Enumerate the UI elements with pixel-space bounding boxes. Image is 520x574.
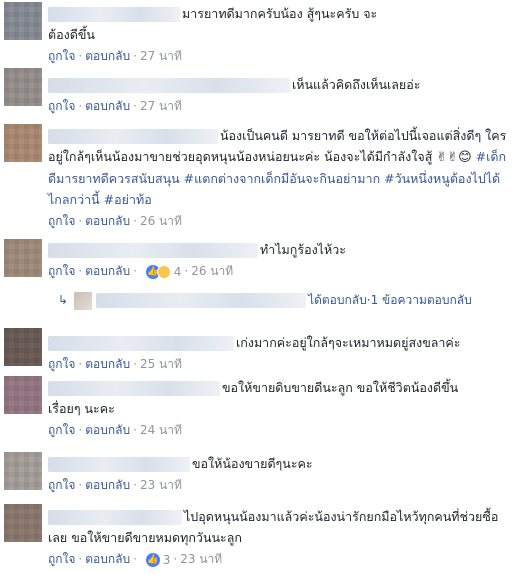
- like-link[interactable]: ถูกใจ: [48, 49, 75, 63]
- comment-actions: ถูกใจ · ตอบกลับ · 27 นาที: [48, 49, 182, 63]
- like-link[interactable]: ถูกใจ: [48, 264, 75, 278]
- avatar: [74, 291, 93, 310]
- reply-link[interactable]: ตอบกลับ: [85, 49, 130, 63]
- comment-text: เห็นแล้วคิดถึงเห็นเลยอ่ะ: [292, 77, 421, 92]
- avatar[interactable]: [4, 2, 42, 40]
- comment-actions: ถูกใจ · ตอบกลับ · 24 นาที: [48, 423, 182, 437]
- reply-arrow-icon: ↳: [58, 293, 69, 307]
- reply-link[interactable]: ตอบกลับ: [85, 357, 130, 371]
- sad-icon: [156, 264, 171, 279]
- reply-link[interactable]: ตอบกลับ: [85, 214, 130, 228]
- timestamp[interactable]: 23 นาที: [180, 552, 222, 566]
- comment-actions: ถูกใจ · ตอบกลับ · 26 นาที: [48, 214, 182, 228]
- commenter-name[interactable]: [48, 381, 220, 396]
- like-link[interactable]: ถูกใจ: [48, 478, 75, 492]
- reactions[interactable]: 👍 4: [145, 263, 181, 281]
- timestamp[interactable]: 26 นาที: [140, 214, 182, 228]
- timestamp[interactable]: 27 นาที: [140, 99, 182, 113]
- like-link[interactable]: ถูกใจ: [48, 552, 75, 566]
- commenter-name[interactable]: [48, 129, 218, 144]
- commenter-name[interactable]: [48, 78, 290, 93]
- reply-link[interactable]: ตอบกลับ: [85, 478, 130, 492]
- like-link[interactable]: ถูกใจ: [48, 99, 75, 113]
- comment-actions: ถูกใจ · ตอบกลับ · 👍 4 · 26 นาที: [48, 263, 234, 281]
- timestamp[interactable]: 27 นาที: [140, 49, 182, 63]
- reply-count: 1 ข้อความตอบกลับ: [370, 293, 472, 307]
- comment-actions: ถูกใจ · ตอบกลับ · 27 นาที: [48, 99, 182, 113]
- replied-text: ได้ตอบกลับ: [308, 293, 367, 307]
- like-link[interactable]: ถูกใจ: [48, 423, 75, 437]
- like-link[interactable]: ถูกใจ: [48, 214, 75, 228]
- reactions[interactable]: 👍 3: [145, 551, 170, 569]
- commenter-name[interactable]: [48, 243, 258, 258]
- timestamp[interactable]: 25 นาที: [140, 357, 182, 371]
- timestamp[interactable]: 26 นาที: [191, 264, 233, 278]
- reply-link[interactable]: ตอบกลับ: [85, 264, 130, 278]
- commenter-name[interactable]: [48, 457, 190, 472]
- reply-link[interactable]: ตอบกลับ: [85, 552, 130, 566]
- avatar[interactable]: [4, 124, 42, 162]
- commenter-name[interactable]: [48, 510, 182, 525]
- reply-link[interactable]: ตอบกลับ: [85, 423, 130, 437]
- comment-text: ทำไมกูร้องไห้วะ: [260, 242, 346, 257]
- comment-actions: ถูกใจ · ตอบกลับ · 25 นาที: [48, 357, 182, 371]
- comment-actions: ถูกใจ · ตอบกลับ · 23 นาที: [48, 478, 182, 492]
- emoji: ✌✌😊: [436, 150, 472, 165]
- avatar[interactable]: [4, 504, 42, 542]
- reply-link[interactable]: ตอบกลับ: [85, 99, 130, 113]
- avatar[interactable]: [4, 239, 42, 277]
- like-link[interactable]: ถูกใจ: [48, 357, 75, 371]
- commenter-name[interactable]: [48, 7, 180, 22]
- avatar[interactable]: [4, 68, 42, 106]
- avatar[interactable]: [4, 376, 42, 414]
- timestamp[interactable]: 23 นาที: [140, 478, 182, 492]
- comment-text: เก่งมากค่ะอยู่ใกล้ๆจะเหมาหมดยู่สงขลาค่ะ: [236, 335, 461, 350]
- timestamp[interactable]: 24 นาที: [140, 423, 182, 437]
- avatar[interactable]: [4, 452, 42, 490]
- commenter-name[interactable]: [48, 336, 234, 351]
- reply-summary[interactable]: ↳ ได้ตอบกลับ·1 ข้อความตอบกลับ: [58, 291, 472, 310]
- replier-name: [96, 293, 307, 308]
- avatar[interactable]: [4, 328, 42, 366]
- comment-text: ขอให้น้องขายดีๆนะคะ: [192, 456, 313, 471]
- comment-actions: ถูกใจ · ตอบกลับ · 👍 3 · 23 นาที: [48, 551, 223, 569]
- like-icon: 👍: [145, 552, 160, 567]
